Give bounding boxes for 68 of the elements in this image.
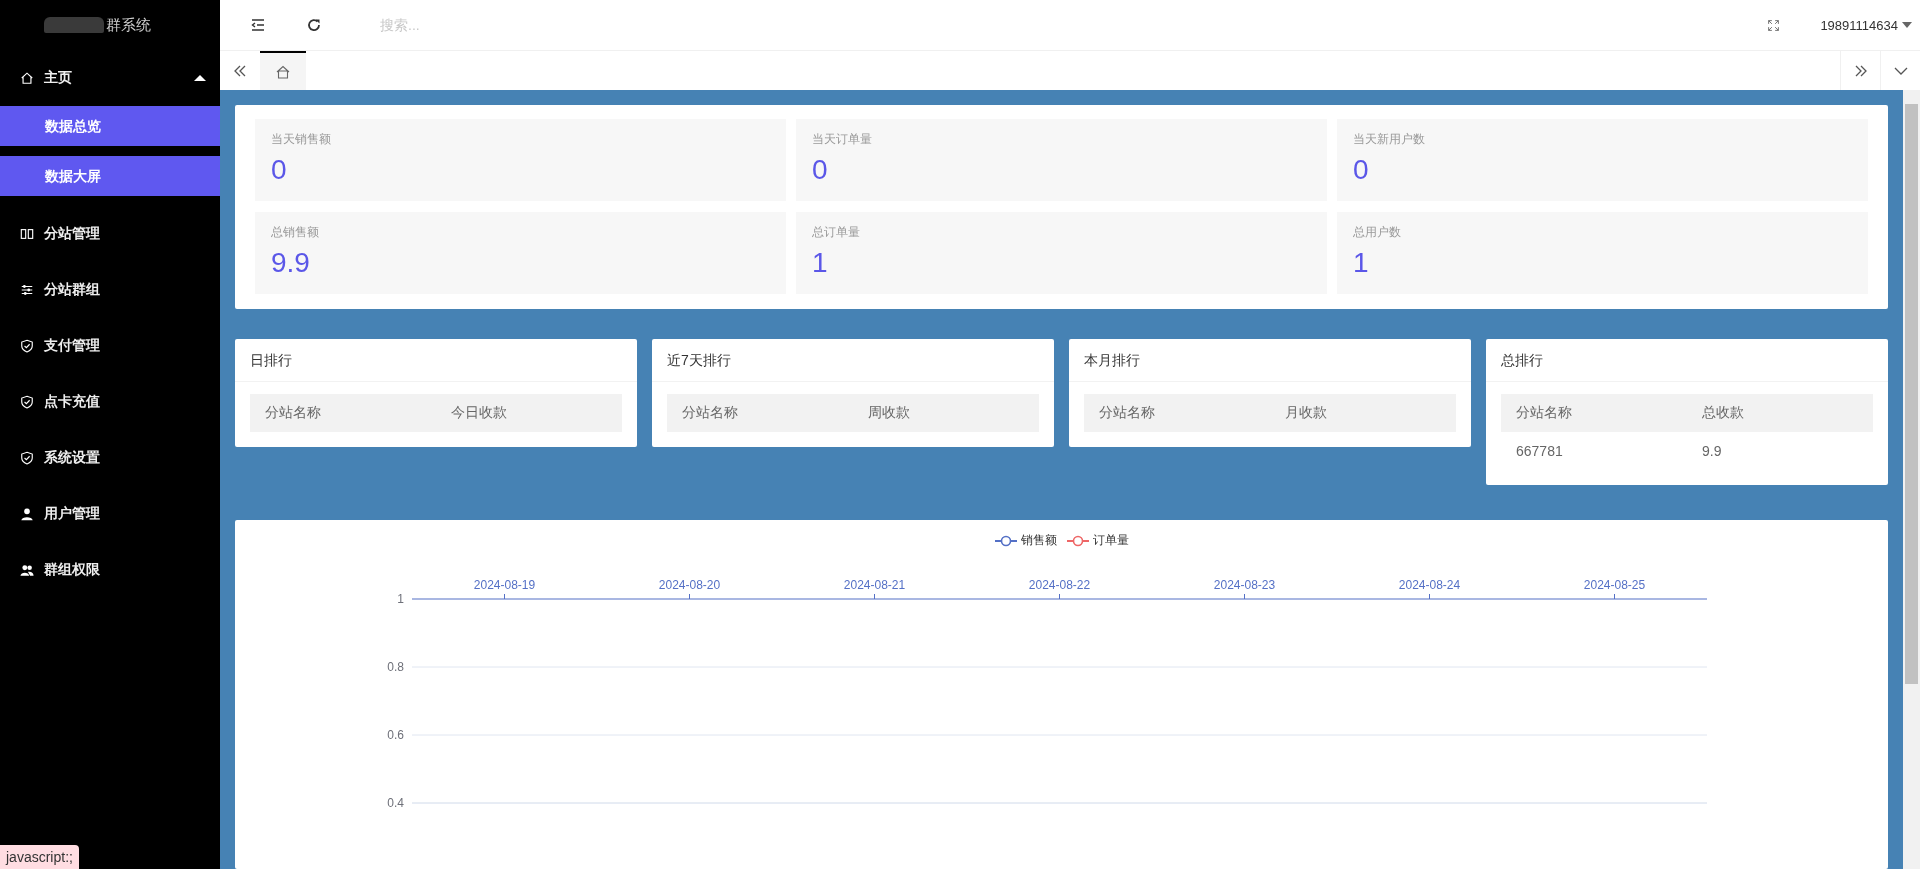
- table-cell-text: 667781: [1515, 443, 1564, 459]
- app-title: 群系统: [106, 15, 151, 35]
- y-tick-label: 1: [397, 592, 404, 606]
- column-header: 月收款: [1284, 404, 1328, 422]
- caret-icon: [194, 75, 206, 81]
- x-tick-label: 2024-08-25: [1583, 578, 1646, 592]
- x-tick-label: 2024-08-22: [1028, 578, 1091, 592]
- sliders-icon: [20, 283, 34, 297]
- shield-icon: [20, 451, 34, 465]
- sidebar-item[interactable]: 主页: [0, 50, 220, 106]
- status-url: javascript:;: [0, 845, 79, 869]
- column-header: 今日收款: [450, 404, 508, 422]
- users-icon: [20, 563, 34, 577]
- stat-value: 0: [1353, 154, 1370, 186]
- scrollbar[interactable]: [1903, 90, 1920, 869]
- x-tick-label: 2024-08-20: [658, 578, 721, 592]
- ranking-title: 总排行: [1486, 339, 1888, 382]
- stat-label: 当天订单量: [812, 131, 873, 148]
- x-tick-label: 2024-08-21: [843, 578, 906, 592]
- sidebar-item[interactable]: 系统设置: [0, 430, 220, 486]
- sidebar-item[interactable]: 支付管理: [0, 318, 220, 374]
- stat-value: 1: [1353, 247, 1370, 279]
- y-tick-label: 0.6: [387, 728, 404, 742]
- refresh-icon[interactable]: [306, 17, 322, 33]
- stat-value: 0: [271, 154, 288, 186]
- x-tick-label: 2024-08-19: [473, 578, 536, 592]
- stat-value: 0: [812, 154, 829, 186]
- home-icon: [20, 71, 34, 85]
- sidebar-item[interactable]: 用户管理: [0, 486, 220, 542]
- menu-icon[interactable]: [250, 17, 266, 33]
- column-header: 分站名称: [1515, 404, 1573, 422]
- legend-item[interactable]: 订单量: [1066, 532, 1129, 549]
- stat-label: 总销售额: [271, 224, 320, 241]
- shield-icon: [20, 395, 34, 409]
- user-menu[interactable]: 19891114634: [1820, 17, 1912, 33]
- x-tick-label: 2024-08-24: [1398, 578, 1461, 592]
- column-header: 总收款: [1701, 404, 1745, 422]
- stat-label: 当天新用户数: [1353, 131, 1426, 148]
- user-icon: [20, 507, 34, 521]
- stat-label: 总订单量: [812, 224, 861, 241]
- y-tick-label: 0.4: [387, 796, 404, 810]
- sidebar-item[interactable]: 分站管理: [0, 206, 220, 262]
- fullscreen-icon[interactable]: [1767, 18, 1781, 32]
- ranking-title: 近7天排行: [652, 339, 1054, 382]
- home-tab[interactable]: [260, 51, 306, 90]
- column-header: 分站名称: [681, 404, 739, 422]
- sidebar-item[interactable]: 点卡充值: [0, 374, 220, 430]
- shield-icon: [20, 339, 34, 353]
- sidebar-subitem[interactable]: 数据总览: [0, 106, 220, 146]
- stat-label: 总用户数: [1353, 224, 1402, 241]
- columns-icon: [20, 227, 34, 241]
- column-header: 分站名称: [1098, 404, 1156, 422]
- stat-label: 当天销售额: [271, 131, 332, 148]
- column-header: 分站名称: [264, 404, 322, 422]
- sidebar-item[interactable]: 群组权限: [0, 542, 220, 598]
- table-cell-text: 9.9: [1701, 443, 1723, 459]
- legend-item[interactable]: 销售额: [994, 532, 1057, 549]
- sidebar-subitem[interactable]: 数据大屏: [0, 156, 220, 196]
- blurred-logo-icon: [44, 17, 104, 33]
- stat-value: 9.9: [271, 247, 311, 279]
- ranking-title: 本月排行: [1069, 339, 1471, 382]
- y-tick-label: 0.8: [387, 660, 404, 674]
- column-header: 周收款: [867, 404, 911, 422]
- home-icon: [275, 63, 291, 80]
- sidebar-item[interactable]: 分站群组: [0, 262, 220, 318]
- ranking-title: 日排行: [235, 339, 637, 382]
- stat-value: 1: [812, 247, 829, 279]
- x-tick-label: 2024-08-23: [1213, 578, 1276, 592]
